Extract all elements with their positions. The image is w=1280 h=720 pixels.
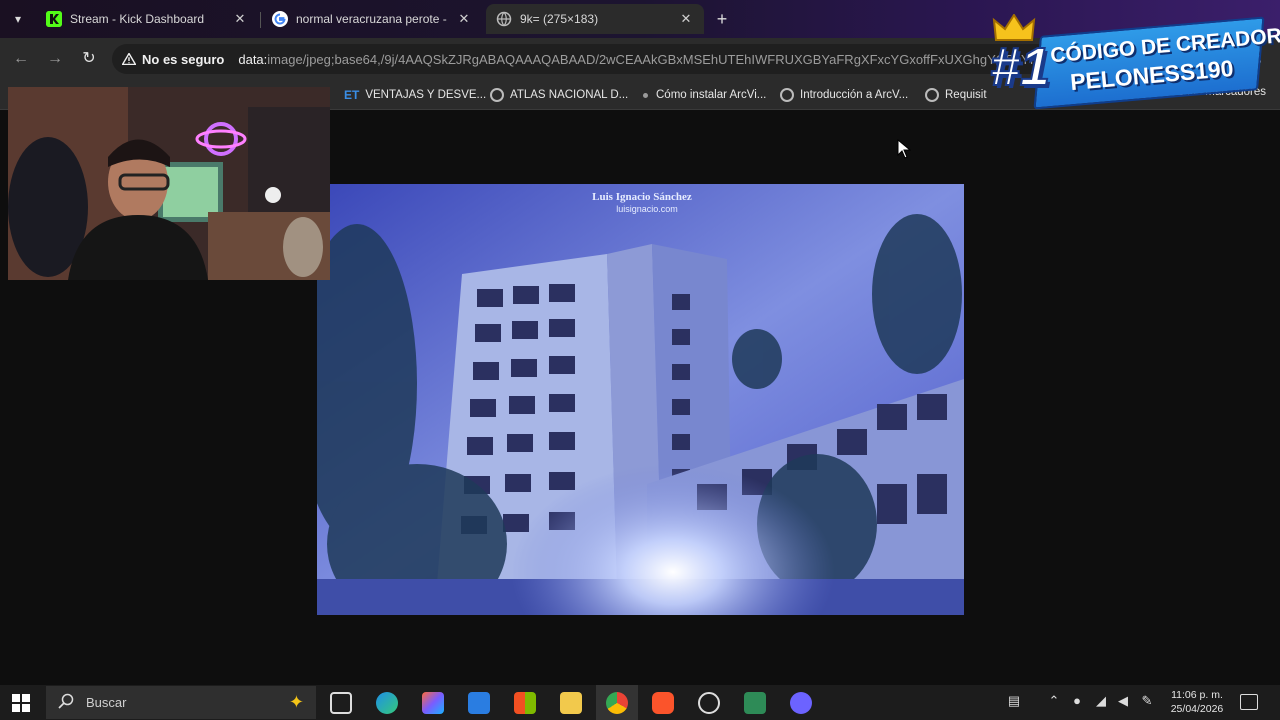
screen: ▾ Stream - Kick Dashboard ✕ normal verac…	[0, 0, 1280, 720]
bookmark-label: Requisit	[945, 89, 987, 101]
globe-icon	[780, 88, 794, 102]
forward-arrow-icon[interactable]: →	[44, 48, 66, 70]
chevron-up-icon[interactable]: ⌃	[1046, 693, 1062, 713]
new-tab-button[interactable]: +	[710, 8, 734, 30]
network-icon[interactable]: ◢	[1092, 693, 1110, 713]
store-icon[interactable]	[514, 692, 536, 714]
watermark-site: luisignacio.com	[616, 204, 678, 214]
tab-title: Stream - Kick Dashboard	[70, 12, 205, 26]
reload-icon[interactable]: ↻	[78, 48, 100, 70]
windows-start-icon[interactable]	[12, 694, 30, 712]
close-tab-icon[interactable]: ✕	[456, 11, 472, 27]
url-rest: image/jpeg;base64,/9j/4AAQSkZJRgABAQAAAQ…	[267, 51, 1058, 67]
webcam-overlay	[8, 87, 330, 280]
file-explorer-icon[interactable]	[560, 692, 582, 714]
clock-time: 11:06 p. m.	[1171, 689, 1223, 701]
google-icon	[272, 11, 288, 27]
creator-code-banner: #1 CÓDIGO DE CREADOR: PELONESS190	[989, 14, 1280, 110]
tab-google-search[interactable]: normal veracruzana perote - Bu ✕	[262, 4, 482, 34]
taskbar-search[interactable]: Buscar ✦	[46, 686, 316, 719]
et-icon: ET	[344, 88, 360, 102]
pen-icon[interactable]: ✎	[1138, 693, 1156, 713]
news-icon[interactable]: ▤	[1002, 693, 1026, 713]
building-photo[interactable]: Luis Ignacio Sánchez luisignacio.com	[317, 184, 964, 615]
clock-date: 25/04/2026	[1170, 703, 1224, 715]
outlook-icon[interactable]	[468, 692, 490, 714]
notifications-icon[interactable]	[1240, 694, 1258, 710]
tab-title: 9k= (275×183)	[520, 12, 599, 26]
tab-image-data[interactable]: 9k= (275×183) ✕	[486, 4, 704, 34]
edge-icon[interactable]	[376, 692, 398, 714]
task-view-icon[interactable]	[330, 692, 352, 714]
bookmark-label: Cómo instalar ArcVi...	[656, 89, 767, 101]
close-tab-icon[interactable]: ✕	[232, 11, 248, 27]
spreadsheet-icon[interactable]	[744, 692, 766, 714]
bookmark-label: VENTAJAS Y DESVE...	[365, 89, 487, 101]
tab-search-chevron-icon[interactable]: ▾	[6, 8, 30, 30]
copilot-sparkle-icon: ✦	[288, 692, 304, 712]
tab-divider	[260, 12, 261, 28]
search-placeholder: Buscar	[86, 695, 127, 710]
back-arrow-icon[interactable]: ←	[10, 48, 32, 70]
close-tab-icon[interactable]: ✕	[678, 11, 694, 27]
bookmark-item[interactable]: ATLAS NACIONAL D...	[490, 86, 628, 104]
windows-taskbar: Buscar ✦ ▤ ⌃ ● ◢ ◀ ✎ 11:06 p. m. 25/04/2…	[0, 685, 1280, 720]
chrome-icon[interactable]	[606, 692, 628, 714]
dot-icon	[643, 92, 648, 98]
system-clock[interactable]: 11:06 p. m. 25/04/2026	[1166, 688, 1228, 716]
copilot-icon[interactable]	[422, 692, 444, 714]
creator-rank: #1	[989, 36, 1051, 98]
security-label: No es seguro	[142, 51, 225, 67]
bookmark-item[interactable]: Requisit	[925, 86, 987, 104]
watermark-name: Luis Ignacio Sánchez	[592, 191, 692, 203]
brave-icon[interactable]	[652, 692, 674, 714]
warning-icon	[122, 53, 136, 65]
globe-icon	[490, 88, 504, 102]
tab-title: normal veracruzana perote - Bu	[296, 12, 450, 26]
url-scheme: data:	[238, 51, 268, 67]
bookmark-item[interactable]: ET VENTAJAS Y DESVE...	[344, 86, 486, 104]
kick-icon	[46, 11, 62, 27]
volume-icon[interactable]: ◀	[1114, 693, 1132, 713]
bookmark-item[interactable]: Introducción a ArcV...	[780, 86, 908, 104]
url-text[interactable]: data:image/jpeg;base64,/9j/4AAQSkZJRgABA…	[238, 52, 1057, 67]
search-icon	[58, 693, 74, 712]
globe-icon	[496, 11, 512, 27]
globe-icon	[925, 88, 939, 102]
bookmark-label: ATLAS NACIONAL D...	[510, 89, 629, 101]
bookmark-item[interactable]: Cómo instalar ArcVi...	[643, 86, 766, 104]
tab-kick-dashboard[interactable]: Stream - Kick Dashboard ✕	[36, 4, 258, 34]
microphone-icon[interactable]: ●	[1068, 693, 1086, 713]
bookmark-label: Introducción a ArcV...	[800, 89, 909, 101]
obs-icon[interactable]	[698, 692, 720, 714]
security-indicator[interactable]: No es seguro	[122, 52, 224, 67]
discord-icon[interactable]	[790, 692, 812, 714]
mouse-cursor-icon	[897, 138, 912, 164]
